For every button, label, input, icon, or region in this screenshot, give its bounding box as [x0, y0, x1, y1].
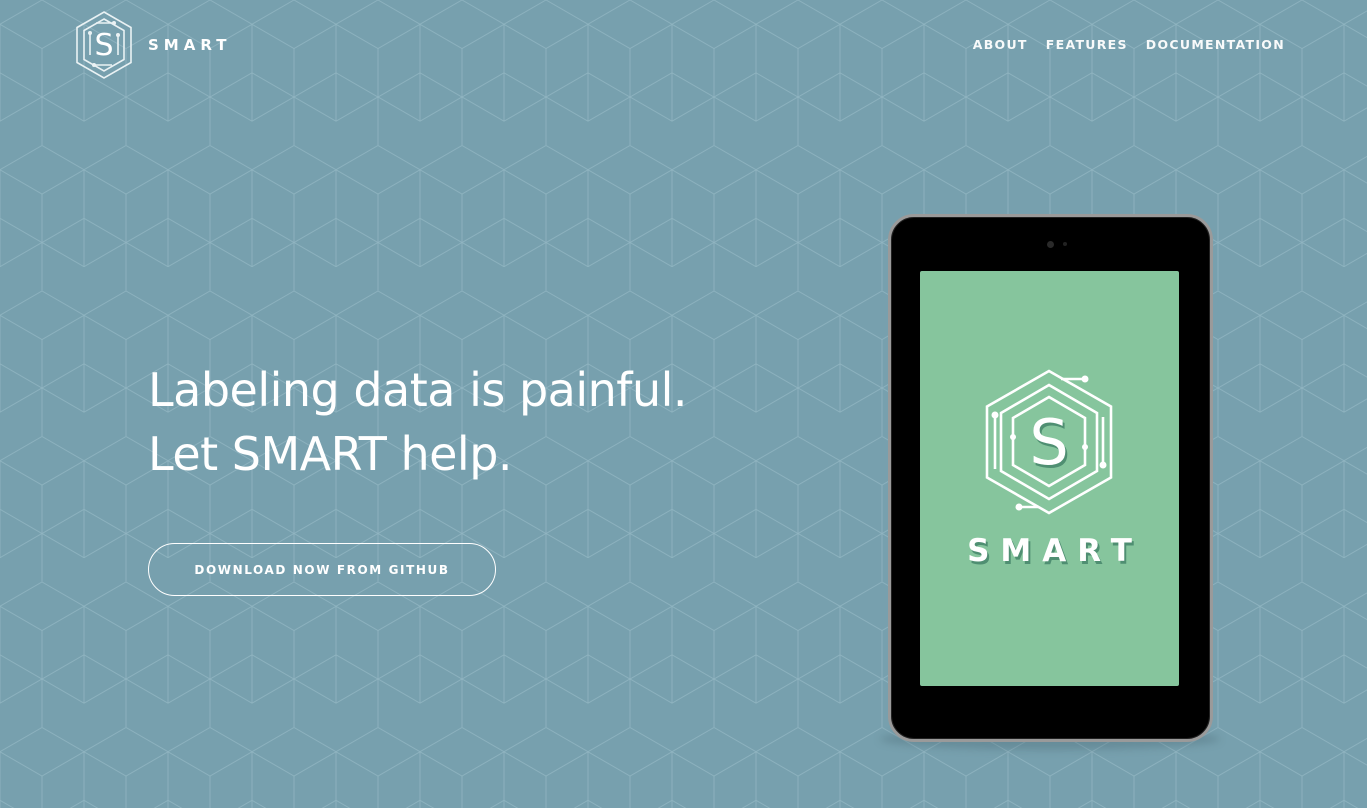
- tablet-mockup: S S SMART: [888, 214, 1213, 742]
- tablet-sensor: [1063, 242, 1067, 246]
- nav-link-documentation[interactable]: DOCUMENTATION: [1146, 37, 1285, 52]
- logo-letter: S: [94, 28, 113, 63]
- hero-headline-line-2: Let SMART help.: [148, 427, 513, 481]
- screen-wordmark: SMART: [967, 533, 1143, 569]
- nav-link-features[interactable]: FEATURES: [1046, 37, 1128, 52]
- nav-link-about[interactable]: ABOUT: [973, 37, 1028, 52]
- download-github-button[interactable]: DOWNLOAD NOW FROM GITHUB: [148, 543, 496, 596]
- hero-headline: Labeling data is painful. Let SMART help…: [148, 358, 688, 486]
- screen-logo-letter: S: [1029, 406, 1068, 479]
- smart-hexagon-logo-icon: S S: [985, 369, 1113, 515]
- smart-hexagon-logo-icon: S: [76, 11, 132, 79]
- brand-name: SMART: [148, 36, 232, 54]
- brand-logo[interactable]: S SMART: [72, 9, 231, 81]
- tablet-camera: [1047, 241, 1054, 248]
- tablet-screen: S S SMART: [920, 271, 1179, 686]
- hero-headline-line-1: Labeling data is painful.: [148, 363, 688, 417]
- main-nav: ABOUT FEATURES DOCUMENTATION: [973, 37, 1285, 52]
